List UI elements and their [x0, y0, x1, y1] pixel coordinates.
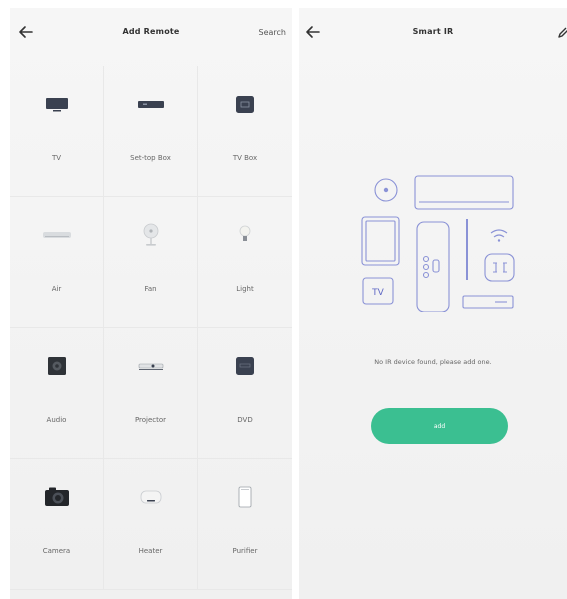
ir-hub-icon [484, 253, 515, 282]
edit-icon[interactable] [557, 22, 567, 42]
audio-speaker-icon [47, 357, 66, 375]
camera-icon [44, 487, 69, 506]
device-tile-purifier[interactable]: Purifier [198, 459, 292, 590]
air-conditioner-outline-icon [414, 175, 514, 210]
device-label: Set-top Box [130, 154, 171, 162]
wifi-icon [490, 229, 508, 242]
device-label: TV Box [232, 154, 258, 162]
device-label: DVD [237, 416, 253, 424]
fan-icon [143, 223, 158, 246]
empty-state-message: No IR device found, please add one. [374, 358, 492, 366]
purifier-icon [238, 486, 252, 508]
device-label: Fan [144, 285, 157, 293]
add-device-button[interactable]: add [371, 408, 508, 444]
device-tile-set-top-box[interactable]: Set-top Box [104, 66, 198, 197]
device-label: Camera [42, 547, 71, 555]
device-tile-camera[interactable]: Camera [10, 459, 104, 590]
add-remote-screen: Add Remote Search TV Set-top Box TV Box … [10, 8, 292, 599]
page-title: Add Remote [122, 27, 180, 36]
air-conditioner-icon [42, 232, 71, 238]
device-tile-projector[interactable]: Projector [104, 328, 198, 459]
tv-icon [45, 98, 68, 112]
device-label: Heater [138, 547, 163, 555]
device-label: Purifier [232, 547, 258, 555]
ir-devices-illustration: TV [361, 175, 515, 312]
page-title: Smart IR [412, 27, 454, 36]
search-button[interactable]: Search [259, 28, 286, 37]
light-bulb-icon [239, 225, 251, 241]
device-tile-audio[interactable]: Audio [10, 328, 104, 459]
projector-icon [138, 363, 163, 370]
device-category-grid: TV Set-top Box TV Box Air Fan Light Audi… [10, 66, 292, 590]
smart-ir-screen: Smart IR TV No IR device found, please a… [299, 8, 567, 599]
smart-ir-header: Smart IR [299, 8, 567, 58]
tv-box-icon [236, 96, 254, 113]
device-tile-tv-box[interactable]: TV Box [198, 66, 292, 197]
tv-label: TV [371, 288, 384, 298]
device-label: Audio [46, 416, 67, 424]
set-top-box-icon [137, 101, 164, 108]
device-label: Projector [134, 416, 167, 424]
device-tile-fan[interactable]: Fan [104, 197, 198, 328]
add-remote-header: Add Remote Search [10, 8, 292, 58]
device-tile-tv[interactable]: TV [10, 66, 104, 197]
device-label: TV [51, 154, 62, 162]
heater-icon [140, 490, 161, 504]
device-label: Light [236, 285, 254, 293]
device-tile-heater[interactable]: Heater [104, 459, 198, 590]
device-tile-light[interactable]: Light [198, 197, 292, 328]
tablet-outline-icon [361, 216, 400, 266]
device-tile-air[interactable]: Air [10, 197, 104, 328]
device-label: Air [51, 285, 62, 293]
dvd-icon [236, 357, 254, 375]
device-tile-dvd[interactable]: DVD [198, 328, 292, 459]
